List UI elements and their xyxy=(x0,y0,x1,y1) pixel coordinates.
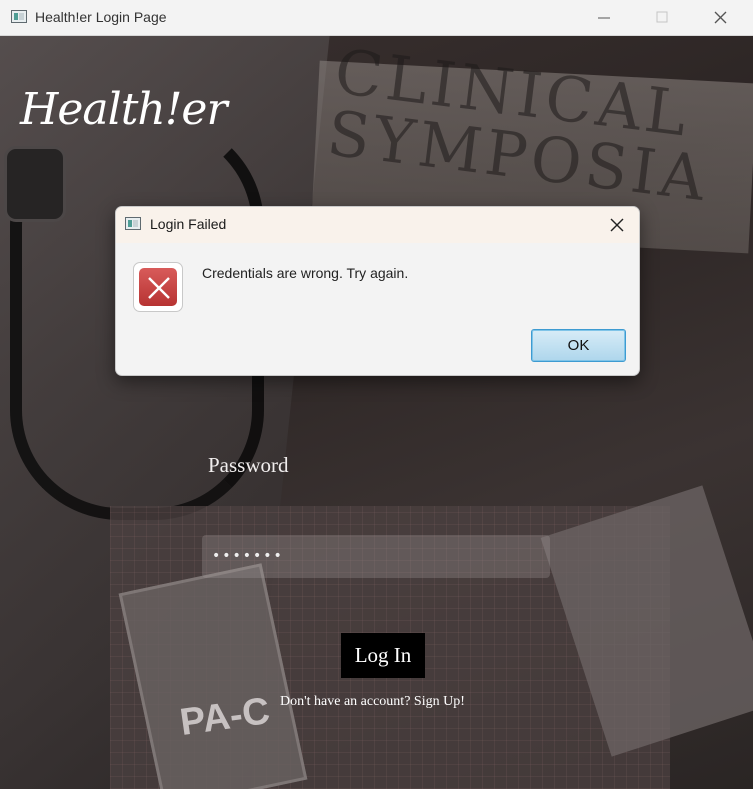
window-title: Health!er Login Page xyxy=(35,9,167,25)
close-icon xyxy=(714,11,727,24)
maximize-button[interactable] xyxy=(639,0,685,35)
window-close-button[interactable] xyxy=(698,0,744,35)
window-titlebar: Health!er Login Page xyxy=(0,0,753,36)
login-page: CLINICAL SYMPOSIA PA-C Health!er Passwor… xyxy=(0,36,753,789)
login-button[interactable]: Log In xyxy=(341,633,425,678)
minimize-icon xyxy=(598,17,610,19)
dialog-app-icon xyxy=(125,217,141,230)
ok-button[interactable]: OK xyxy=(531,329,626,362)
dialog-title: Login Failed xyxy=(150,216,227,232)
app-icon xyxy=(11,10,27,23)
stethoscope-head-image xyxy=(4,146,66,222)
error-icon xyxy=(133,262,183,312)
dialog-message: Credentials are wrong. Try again. xyxy=(202,265,409,281)
signup-link[interactable]: Don't have an account? Sign Up! xyxy=(280,694,465,710)
password-field[interactable]: ••••••• xyxy=(202,535,550,578)
app-window: Health!er Login Page CLINICAL SYMPOSIA P… xyxy=(0,0,753,789)
error-x-icon xyxy=(148,277,170,299)
dialog-titlebar: Login Failed xyxy=(116,207,639,243)
dialog-close-button[interactable] xyxy=(604,212,630,238)
close-icon xyxy=(610,218,624,232)
app-logo: Health!er xyxy=(20,84,227,135)
login-failed-dialog: Login Failed Credentials are wrong. Try … xyxy=(115,206,640,376)
minimize-button[interactable] xyxy=(581,0,627,35)
password-label: Password xyxy=(208,453,289,477)
maximize-icon xyxy=(656,11,668,23)
